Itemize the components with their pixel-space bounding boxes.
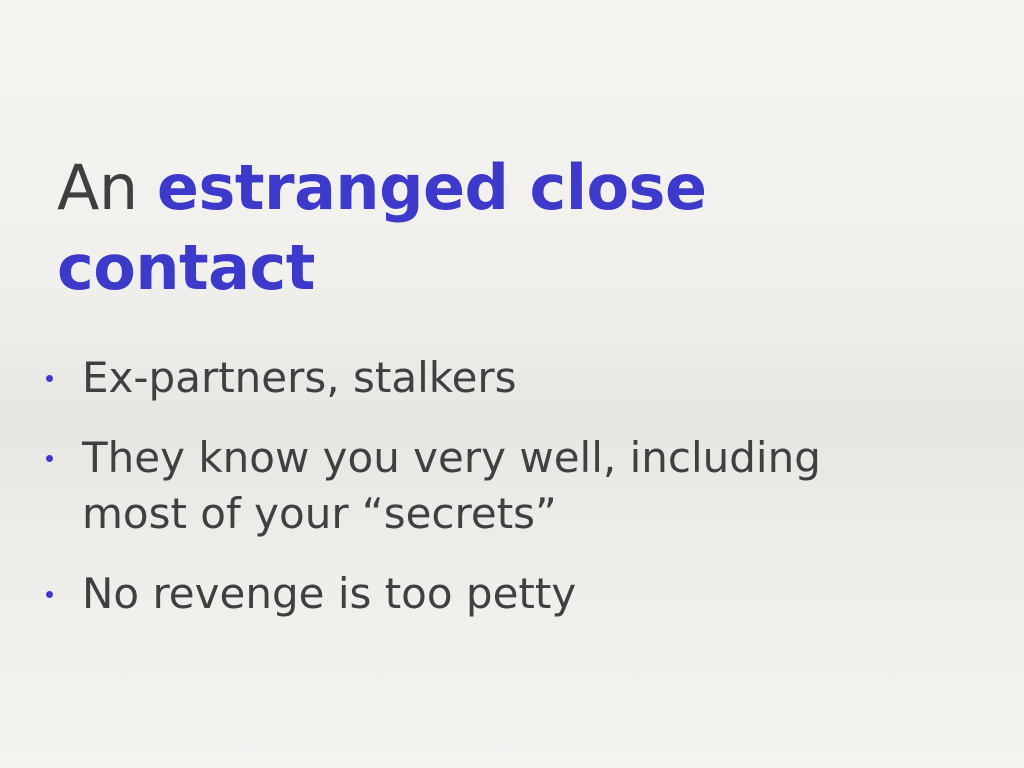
title-plain-text: An bbox=[57, 151, 157, 224]
slide-title: An estranged close contact bbox=[57, 148, 937, 308]
bullet-dot-icon bbox=[46, 375, 53, 382]
bullet-text: No revenge is too petty bbox=[82, 569, 577, 618]
bullet-item: Ex-partners, stalkers bbox=[0, 350, 902, 406]
bullet-list: Ex-partners, stalkers They know you very… bbox=[0, 350, 1024, 622]
bullet-item: No revenge is too petty bbox=[0, 566, 902, 622]
bullet-dot-icon bbox=[46, 455, 53, 462]
bullet-text: Ex-partners, stalkers bbox=[82, 353, 517, 402]
bullet-dot-icon bbox=[46, 591, 53, 598]
bullet-item: They know you very well, including most … bbox=[0, 430, 902, 542]
slide: An estranged close contact Ex-partners, … bbox=[0, 0, 1024, 768]
bullet-text: They know you very well, including most … bbox=[82, 433, 821, 538]
